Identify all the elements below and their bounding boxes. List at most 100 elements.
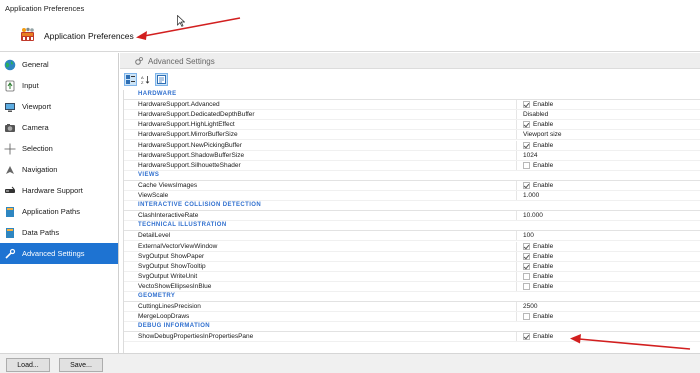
property-value[interactable]: Enable [523, 272, 553, 280]
category-label: TECHNICAL ILLUSTRATION [138, 222, 227, 229]
alphabetical-view-button[interactable]: AZ [139, 73, 152, 86]
sidebar-item-general[interactable]: General [0, 54, 118, 75]
property-pages-button[interactable] [155, 73, 168, 86]
enable-checkbox[interactable] [523, 313, 530, 321]
property-row[interactable]: HardwareSupport.MirrorBufferSize Viewport… [124, 130, 700, 141]
category-header[interactable]: INTERACTIVE COLLISION DETECTION [124, 201, 700, 212]
property-name: SvgOutput ShowPaper [138, 252, 205, 260]
property-value[interactable]: Enable [523, 242, 553, 250]
property-row[interactable]: ClashInteractiveRate 10.000 [124, 211, 700, 222]
sidebar-item-data-paths[interactable]: Data Paths [0, 222, 118, 243]
property-row[interactable]: ShowDebugPropertiesInPropertiesPane Enabl… [124, 332, 700, 343]
property-row[interactable]: HardwareSupport.DedicatedDepthBuffer Disa… [124, 110, 700, 121]
property-name: Cache ViewsImages [138, 181, 198, 189]
property-value[interactable]: 100 [523, 232, 534, 239]
category-header[interactable]: DEBUG INFORMATION [124, 322, 700, 333]
enable-checkbox[interactable] [523, 333, 530, 341]
enable-checkbox[interactable] [523, 141, 530, 149]
property-value[interactable]: 10.000 [523, 212, 543, 219]
property-row[interactable]: VectoShowEllipsesInBlue Enable [124, 281, 700, 292]
sidebar-item-navigation[interactable]: Navigation [0, 159, 118, 180]
property-row[interactable]: HardwareSupport.ShadowBufferSize 1024 [124, 150, 700, 161]
property-value[interactable]: 2500 [523, 303, 537, 310]
property-name: HardwareSupport.HighLightEffect [138, 121, 235, 129]
sidebar-item-application-paths[interactable]: Application Paths [0, 201, 118, 222]
property-name: ClashInteractiveRate [138, 212, 199, 220]
property-row[interactable]: MergeLoopDraws Enable [124, 312, 700, 323]
property-name: MergeLoopDraws [138, 313, 190, 321]
category-header[interactable]: TECHNICAL ILLUSTRATION [124, 221, 700, 232]
category-label: VIEWS [138, 171, 160, 178]
categorized-icon [126, 75, 135, 84]
property-name: SvgOutput ShowTooltip [138, 262, 206, 270]
property-row[interactable]: DetailLevel 100 [124, 231, 700, 242]
property-row[interactable]: HardwareSupport.SilhouetteShader Enable [124, 160, 700, 171]
property-value[interactable]: Enable [523, 262, 553, 270]
property-row[interactable]: Cache ViewsImages Enable [124, 180, 700, 191]
property-value[interactable]: Enable [523, 141, 553, 149]
enable-checkbox[interactable] [523, 262, 530, 270]
enable-checkbox[interactable] [523, 282, 530, 290]
property-row[interactable]: SvgOutput ShowTooltip Enable [124, 261, 700, 272]
enable-checkbox[interactable] [523, 272, 530, 280]
property-row[interactable]: CuttingLinesPrecision 2500 [124, 302, 700, 313]
category-label: HARDWARE [138, 91, 177, 97]
enable-checkbox[interactable] [523, 121, 530, 129]
sidebar-item-label: Advanced Settings [22, 249, 85, 258]
sidebar-item-advanced-settings[interactable]: Advanced Settings [0, 243, 118, 264]
property-pages-icon [157, 75, 166, 84]
panel-header: Advanced Settings [120, 53, 700, 69]
property-value[interactable]: 1.000 [523, 192, 539, 199]
property-row[interactable]: ViewScale 1.000 [124, 191, 700, 202]
enable-checkbox[interactable] [523, 242, 530, 250]
sidebar-item-label: Data Paths [22, 228, 60, 237]
property-row[interactable]: SvgOutput WriteUnit Enable [124, 271, 700, 282]
category-header[interactable]: VIEWS [124, 171, 700, 181]
property-row[interactable]: ExternalVectorViewWindow Enable [124, 241, 700, 252]
categorized-view-button[interactable] [124, 73, 137, 86]
property-value[interactable]: Enable [523, 252, 554, 260]
gear-icon [135, 57, 143, 65]
property-value-text: Viewport size [523, 131, 562, 139]
property-row[interactable]: HardwareSupport.NewPickingBuffer Enable [124, 140, 700, 151]
property-name: HardwareSupport.NewPickingBuffer [138, 141, 242, 149]
property-value[interactable]: 1024 [523, 152, 537, 159]
category-header[interactable]: GEOMETRY [124, 292, 700, 303]
property-row[interactable]: SvgOutput ShowPaper Enable [124, 251, 700, 262]
sidebar-item-viewport[interactable]: Viewport [0, 96, 118, 117]
window-title: Application Preferences [5, 4, 85, 13]
enable-checkbox[interactable] [523, 101, 530, 109]
property-value[interactable]: Enable [523, 121, 553, 129]
property-value[interactable]: Enable [523, 282, 553, 290]
property-value-text: 1024 [523, 151, 538, 159]
property-value[interactable]: Enable [523, 101, 553, 109]
navigation-icon [3, 163, 17, 177]
save-button[interactable]: Save... [59, 358, 103, 372]
crosshair-icon [3, 142, 17, 156]
category-label: DEBUG INFORMATION [138, 323, 211, 330]
footer-bar: Load... Save... [0, 353, 700, 373]
sidebar-item-input[interactable]: Input [0, 75, 118, 96]
property-value-text: Enable [533, 252, 554, 260]
app-header-title: Application Preferences [44, 31, 134, 41]
sidebar-item-selection[interactable]: Selection [0, 138, 118, 159]
load-button[interactable]: Load... [6, 358, 50, 372]
property-value[interactable]: Enable [523, 181, 553, 189]
property-value-text: Enable [533, 333, 554, 341]
sidebar-item-camera[interactable]: Camera [0, 117, 118, 138]
panel-title: Advanced Settings [148, 57, 215, 66]
enable-checkbox[interactable] [523, 161, 530, 169]
enable-checkbox[interactable] [523, 181, 530, 189]
property-value[interactable]: Enable [523, 333, 554, 341]
property-row[interactable]: HardwareSupport.Advanced Enable [124, 100, 700, 111]
property-name: ExternalVectorViewWindow [138, 242, 218, 250]
property-value[interactable]: Enable [523, 313, 553, 321]
property-value[interactable]: Viewport size [523, 131, 562, 138]
property-row[interactable]: HardwareSupport.HighLightEffect Enable [124, 120, 700, 131]
property-value[interactable]: Enable [523, 161, 553, 169]
property-value[interactable]: Disabled [523, 111, 548, 118]
row-divider [124, 341, 700, 343]
sidebar-item-hardware-support[interactable]: Hardware Support [0, 180, 118, 201]
category-header[interactable]: HARDWARE [124, 90, 700, 101]
enable-checkbox[interactable] [523, 252, 530, 260]
